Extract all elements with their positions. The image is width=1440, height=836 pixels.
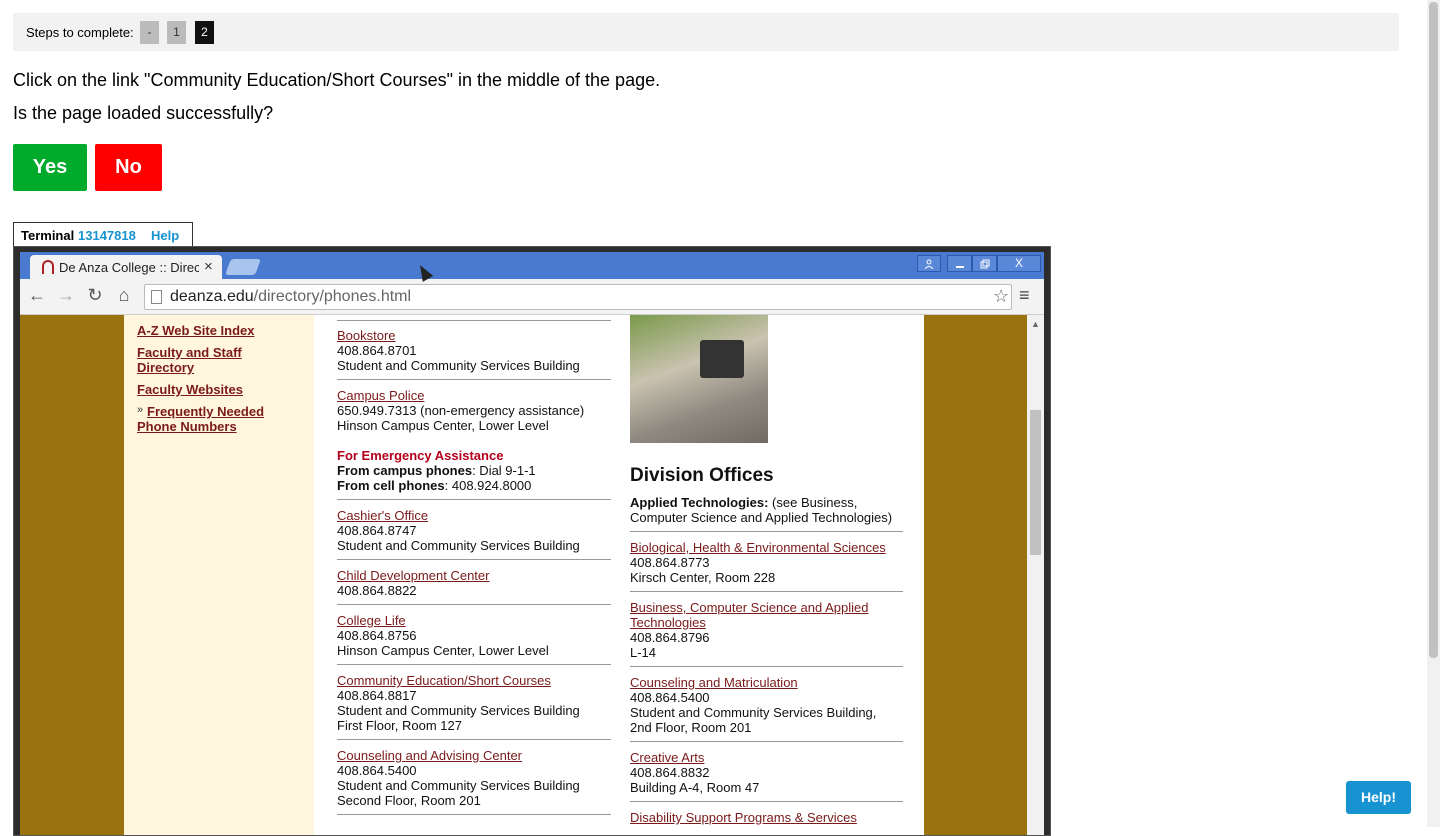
division-offices-title: Division Offices: [630, 465, 774, 486]
link-creative-arts[interactable]: Creative Arts: [630, 750, 904, 765]
page-scroll-thumb[interactable]: [1030, 410, 1041, 555]
entry-dsps: Disability Support Programs & Services: [630, 810, 904, 825]
link-business[interactable]: Business, Computer Science and Applied T…: [630, 600, 880, 630]
terminal-tab: Terminal 13147818 Help: [13, 222, 193, 247]
nav-phone-numbers[interactable]: Frequently Needed Phone Numbers: [137, 404, 277, 434]
entry-child-dev: Child Development Center 408.864.8822: [337, 568, 611, 598]
left-nav: A-Z Web Site Index Faculty and Staff Dir…: [124, 315, 314, 835]
window-scroll-thumb[interactable]: [1429, 2, 1438, 658]
entry-college-life: College Life 408.864.8756 Hinson Campus …: [337, 613, 611, 658]
instruction-text: Click on the link "Community Education/S…: [13, 70, 661, 90]
forward-icon[interactable]: →: [56, 285, 76, 306]
entry-creative-arts: Creative Arts 408.864.8832 Building A-4,…: [630, 750, 904, 795]
favicon-icon: [42, 260, 54, 274]
restore-icon[interactable]: [972, 255, 997, 272]
tab-close-icon[interactable]: ×: [204, 258, 213, 275]
url-text: deanza.edu/directory/phones.html: [170, 288, 412, 305]
entry-biology: Biological, Health & Environmental Scien…: [630, 540, 904, 585]
no-button[interactable]: No: [95, 144, 162, 191]
link-counseling-matric[interactable]: Counseling and Matriculation: [630, 675, 904, 690]
address-bar[interactable]: deanza.edu/directory/phones.html ☆: [144, 284, 1012, 310]
link-child-dev[interactable]: Child Development Center: [337, 568, 611, 583]
reload-icon[interactable]: ↻: [85, 285, 105, 306]
scroll-up-icon[interactable]: ▲: [1031, 319, 1040, 329]
question-text: Is the page loaded successfully?: [13, 103, 274, 123]
yes-button[interactable]: Yes: [13, 144, 87, 191]
terminal-id-link[interactable]: 13147818: [78, 228, 136, 243]
page-scrollbar[interactable]: ▲: [1027, 315, 1044, 835]
page-icon: [151, 290, 162, 304]
user-icon[interactable]: [917, 255, 941, 272]
link-campus-police[interactable]: Campus Police: [337, 388, 611, 403]
entry-counseling-advising: Counseling and Advising Center 408.864.5…: [337, 748, 611, 808]
bookmark-star-icon[interactable]: ☆: [993, 286, 1009, 307]
entry-bookstore: Bookstore 408.864.8701 Student and Commu…: [337, 328, 611, 373]
link-counseling-advising[interactable]: Counseling and Advising Center: [337, 748, 611, 763]
link-college-life[interactable]: College Life: [337, 613, 611, 628]
new-tab-button[interactable]: [225, 259, 261, 275]
nav-faculty-directory[interactable]: Faculty and Staff Directory: [137, 345, 257, 375]
bullet-arrow-icon: »: [137, 404, 144, 416]
steps-label: Steps to complete:: [26, 25, 134, 40]
nav-az-index[interactable]: A-Z Web Site Index: [137, 323, 255, 338]
entry-cashier: Cashier's Office 408.864.8747 Student an…: [337, 508, 611, 553]
link-bookstore[interactable]: Bookstore: [337, 328, 611, 343]
link-biology[interactable]: Biological, Health & Environmental Scien…: [630, 540, 904, 555]
menu-icon[interactable]: ≡: [1019, 285, 1030, 306]
window-close-icon[interactable]: X: [997, 255, 1041, 272]
steps-bar: Steps to complete: - 1 2: [13, 13, 1399, 51]
entry-applied-tech: Applied Technologies: (see Business, Com…: [630, 495, 893, 525]
entry-counseling-matric: Counseling and Matriculation 408.864.540…: [630, 675, 904, 735]
tab-title: De Anza College :: Directo: [59, 260, 199, 275]
step-2[interactable]: 2: [195, 21, 214, 44]
entry-emergency: For Emergency Assistance From campus pho…: [337, 448, 536, 493]
window-scrollbar[interactable]: [1427, 0, 1440, 827]
entry-community-ed: Community Education/Short Courses 408.86…: [337, 673, 611, 733]
main-content: Bookstore 408.864.8701 Student and Commu…: [314, 315, 924, 835]
back-icon[interactable]: ←: [27, 285, 47, 306]
terminal-label: Terminal: [21, 228, 75, 243]
page-viewport: A-Z Web Site Index Faculty and Staff Dir…: [20, 315, 1027, 835]
link-dsps[interactable]: Disability Support Programs & Services: [630, 810, 904, 825]
minimize-icon[interactable]: [947, 255, 972, 272]
link-community-education[interactable]: Community Education/Short Courses: [337, 673, 611, 688]
link-cashier[interactable]: Cashier's Office: [337, 508, 611, 523]
entry-campus-police: Campus Police 650.949.7313 (non-emergenc…: [337, 388, 611, 433]
browser-toolbar: ← → ↻ ⌂ deanza.edu/directory/phones.html…: [20, 279, 1044, 315]
step-dash[interactable]: -: [140, 21, 159, 44]
laptop-image: [700, 340, 744, 378]
browser-tab[interactable]: De Anza College :: Directo ×: [30, 255, 222, 281]
campus-photo: [630, 315, 768, 443]
entry-business: Business, Computer Science and Applied T…: [630, 600, 880, 660]
terminal-help-link[interactable]: Help: [151, 228, 179, 243]
nav-faculty-websites[interactable]: Faculty Websites: [137, 382, 243, 397]
home-icon[interactable]: ⌂: [114, 285, 134, 306]
step-1[interactable]: 1: [167, 21, 186, 44]
help-button[interactable]: Help!: [1346, 781, 1411, 814]
